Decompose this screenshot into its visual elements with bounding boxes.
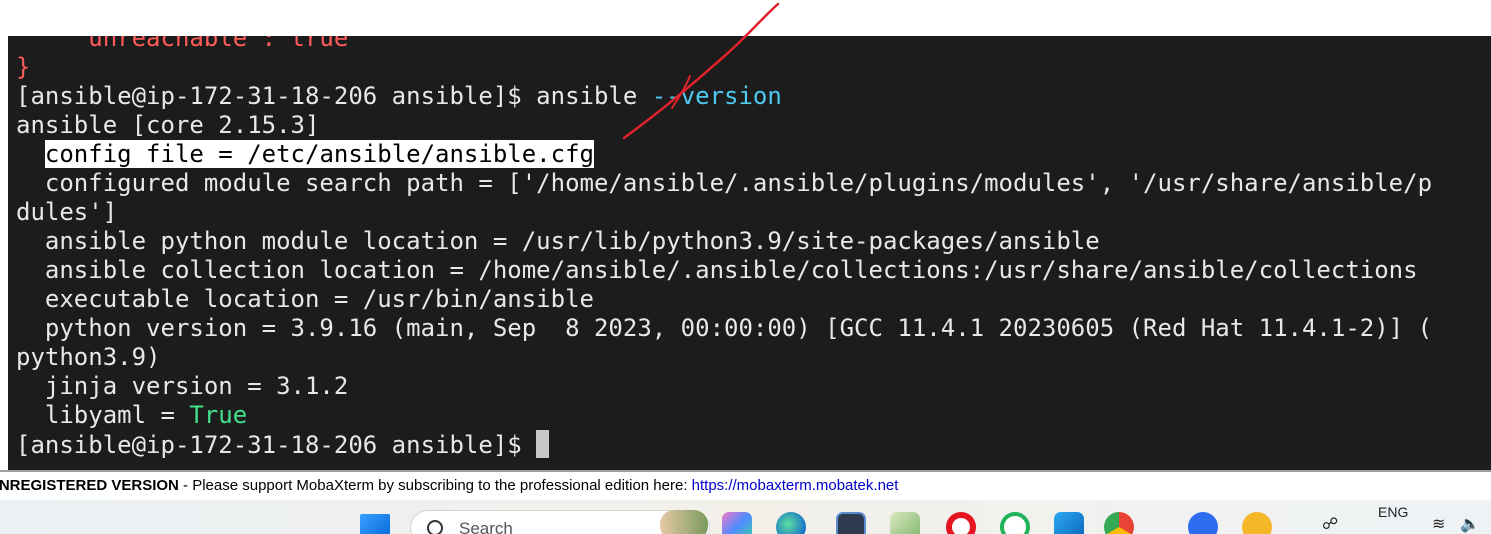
terminal-line-python-version: python version = 3.9.16 (main, Sep 8 202… [16,314,1433,342]
mobaxterm-link[interactable]: https://mobaxterm.mobatek.net [692,477,899,494]
version-flag: --version [651,82,782,110]
terminal-line-libyaml: libyaml = True [16,401,247,430]
command-prompt: [ansible@ip-172-31-18-206 ansible]$ ansi… [16,82,652,110]
terminal-line-command: [ansible@ip-172-31-18-206 ansible]$ ansi… [16,82,782,111]
search-placeholder: Search [459,519,513,534]
terminal-line-brace: } [16,53,31,81]
edge-icon[interactable] [776,512,806,534]
windows-taskbar: Search ☍ ENG ≋ 🔈 [0,500,1491,534]
terminal-line-jinja: jinja version = 3.1.2 [16,372,349,400]
windows-start-icon[interactable] [360,514,390,534]
terminal-line-python-version-wrap: python3.9) [16,343,161,371]
terminal-window[interactable]: "unreachable": true } [ansible@ip-172-31… [8,36,1491,470]
chrome-icon[interactable] [1104,512,1134,534]
terminal-line-executable: executable location = /usr/bin/ansible [16,285,594,313]
terminal-line-python-module: ansible python module location = /usr/li… [16,227,1100,255]
wifi-icon[interactable]: ≋ [1432,514,1445,533]
shell-prompt: [ansible@ip-172-31-18-206 ansible]$ [16,431,537,459]
banner-message: - Please support MobaXterm by subscribin… [178,477,692,494]
search-icon [427,520,443,534]
terminal-line-config: config file = /etc/ansible/ansible.cfg [16,140,594,169]
terminal-line-module-path: configured module search path = ['/home/… [16,169,1433,197]
vscode-icon[interactable] [1054,512,1084,534]
unregistered-label: UNREGISTERED VERSION [0,477,179,494]
libyaml-label: libyaml = [16,401,190,429]
terminal-line-core: ansible [core 2.15.3] [16,111,320,139]
microphone-icon[interactable]: ☍ [1322,514,1338,533]
terminal-line-prompt[interactable]: [ansible@ip-172-31-18-206 ansible]$ [16,430,550,460]
terminal-line-module-path-wrap: dules'] [16,198,118,226]
zoom-icon[interactable] [1188,512,1218,534]
libyaml-value: True [189,401,248,429]
news-widget-icon[interactable] [660,510,708,534]
terminal-line-unreachable: "unreachable": true [16,36,349,52]
opera-icon[interactable] [946,512,976,534]
terminal-cursor [536,430,550,458]
registration-banner: UNREGISTERED VERSION - Please support Mo… [0,472,1491,500]
app-icon[interactable] [1242,512,1272,534]
volume-icon[interactable]: 🔈 [1460,514,1480,533]
notepad-icon[interactable] [890,512,920,534]
language-indicator[interactable]: ENG [1378,504,1408,520]
highlighted-config-file: config file = /etc/ansible/ansible.cfg [44,140,594,168]
terminal-line-collection: ansible collection location = /home/ansi… [16,256,1418,284]
whatsapp-icon[interactable] [1000,512,1030,534]
copilot-icon[interactable] [722,512,752,534]
mobaxterm-icon[interactable] [836,512,866,534]
